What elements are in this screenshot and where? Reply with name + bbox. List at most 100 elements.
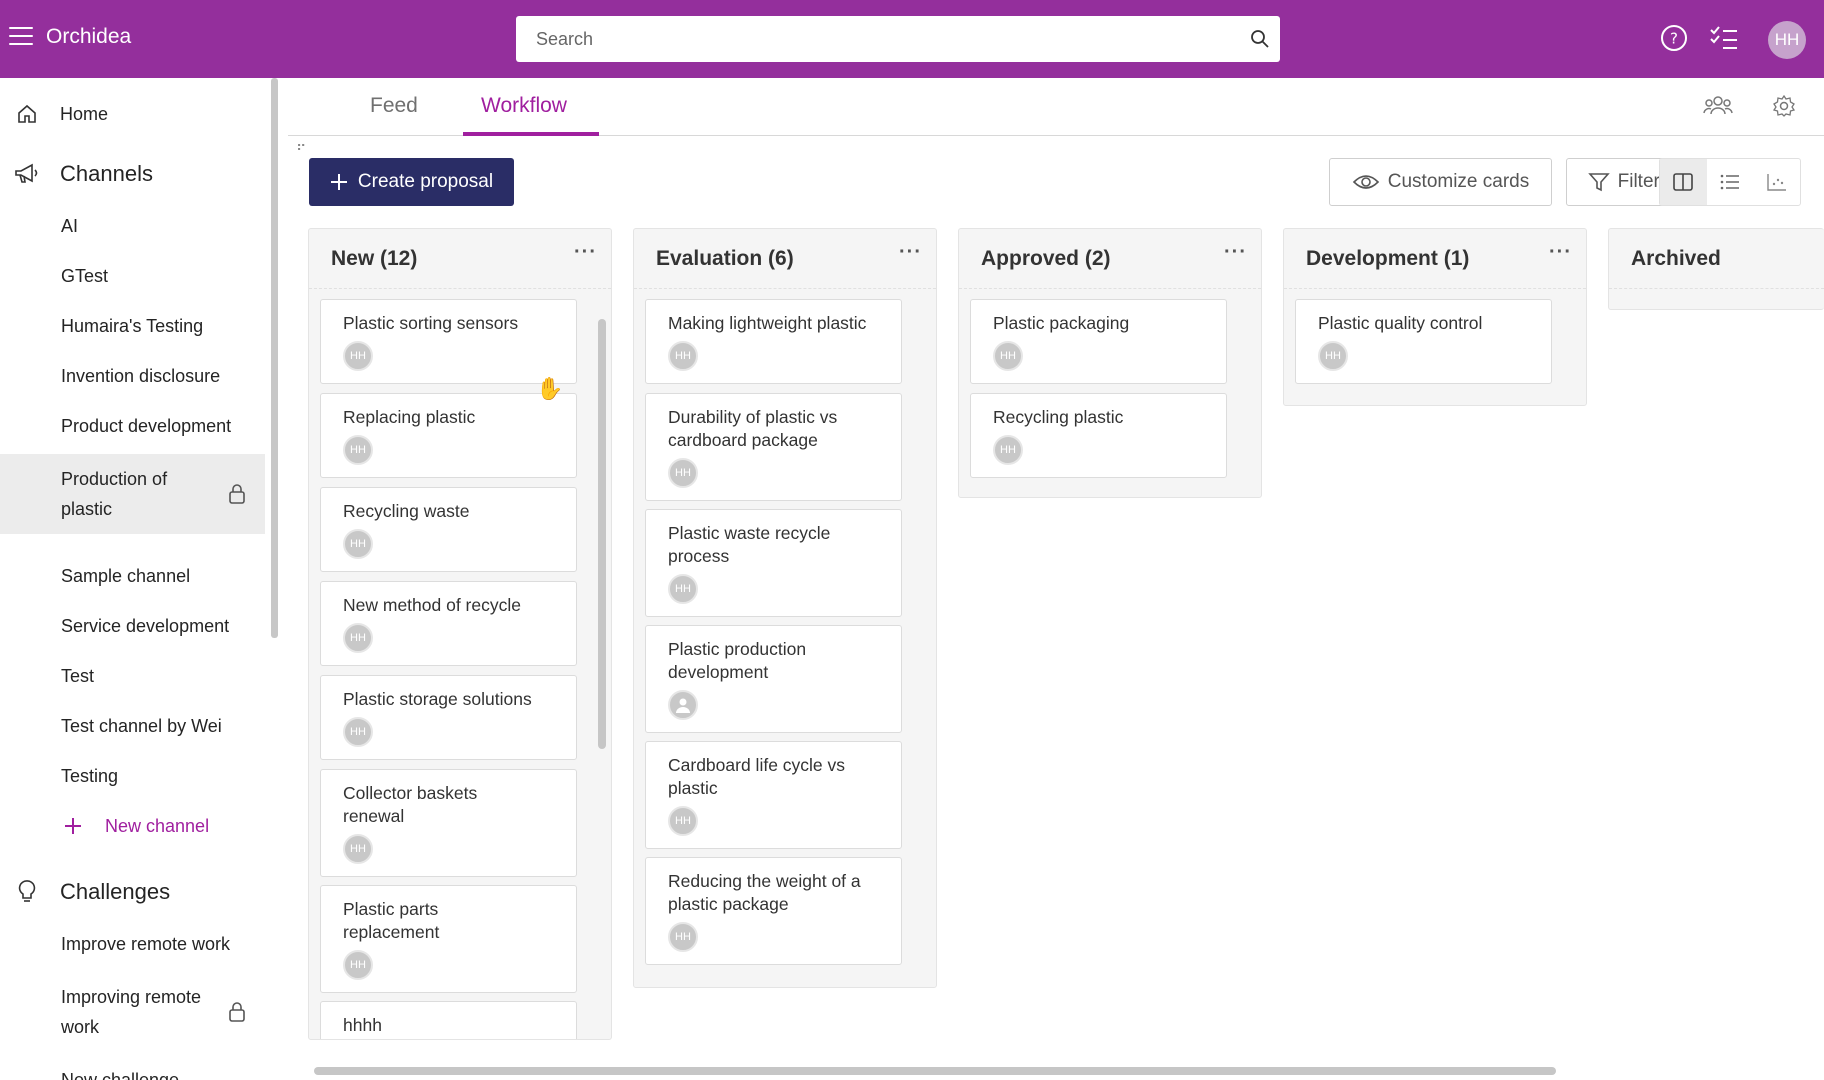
board-view-icon[interactable] [1660,159,1707,205]
user-avatar[interactable]: HH [1768,21,1806,59]
sidebar-item-channel[interactable]: Product development [0,406,265,446]
search-input[interactable] [536,28,1240,50]
sidebar-item-home[interactable]: Home [0,96,265,132]
proposal-card[interactable]: Plastic waste recycle process HH [645,509,902,617]
proposal-card[interactable]: Plastic parts replacement HH [320,885,577,993]
loading-spinner-icon: ⠋ [296,142,307,158]
card-title: Plastic storage solutions [343,689,532,709]
avatar: HH [668,806,698,836]
proposal-card[interactable]: Recycling waste HH [320,487,577,572]
sidebar-item-channel[interactable]: Sample channel [0,556,265,596]
proposal-card[interactable]: Replacing plastic HH [320,393,577,478]
plus-icon [60,813,86,839]
sidebar-item-challenge[interactable]: New challenge [0,1060,265,1080]
avatar: HH [668,341,698,371]
sidebar-section-channels[interactable]: Channels [0,154,265,194]
sidebar-item-label: Production of plastic [61,469,168,519]
proposal-card[interactable]: Recycling plastic HH [970,393,1227,478]
sidebar-item-channel[interactable]: Service development [0,606,265,646]
sidebar-item-channel-selected[interactable]: Production of plastic [0,454,265,534]
sidebar-item-challenge[interactable]: Improve remote work [0,924,265,964]
list-view-icon[interactable] [1707,159,1754,205]
more-options-icon[interactable]: ··· [1549,241,1572,264]
avatar: HH [668,922,698,952]
avatar: HH [668,574,698,604]
chart-view-icon[interactable] [1753,159,1800,205]
sidebar-item-channel[interactable]: GTest [0,256,265,296]
proposal-card[interactable]: Durability of plastic vs cardboard packa… [645,393,902,501]
new-channel-button[interactable]: New channel [0,806,265,846]
card-title: Making lightweight plastic [668,313,867,333]
card-title: Recycling plastic [993,407,1124,427]
column-header: Evaluation (6) ··· [634,229,936,289]
lock-icon [227,1001,247,1023]
proposal-card[interactable]: Plastic packaging HH [970,299,1227,384]
proposal-card[interactable]: hhhh [320,1001,577,1039]
task-list-icon[interactable] [1708,22,1740,54]
lock-icon [227,483,247,505]
proposal-card[interactable]: Plastic quality control HH [1295,299,1552,384]
sidebar-section-label: Challenges [60,879,171,904]
sidebar-scrollbar[interactable] [271,78,278,638]
column-scrollbar[interactable] [598,319,606,749]
card-title: Reducing the weight of a plastic package [668,871,861,914]
help-icon[interactable]: ? [1658,22,1690,54]
column-header: Archived [1609,229,1824,289]
hamburger-menu-icon[interactable] [9,27,33,47]
workflow-column-development: Development (1) ··· Plastic quality cont… [1283,228,1587,406]
proposal-card[interactable]: New method of recycle HH [320,581,577,666]
plus-icon [330,174,347,190]
home-icon [14,101,40,127]
megaphone-icon [14,161,40,187]
search-box[interactable] [516,16,1280,62]
sidebar-item-channel[interactable]: Invention disclosure [0,356,265,396]
customize-cards-button[interactable]: Customize cards [1329,158,1552,206]
tab-feed[interactable]: Feed [370,94,418,118]
card-title: Plastic waste recycle process [668,523,831,566]
more-options-icon[interactable]: ··· [574,241,597,264]
sidebar-item-channel[interactable]: Test [0,656,265,696]
proposal-card[interactable]: Cardboard life cycle vs plastic HH [645,741,902,849]
horizontal-scrollbar[interactable] [314,1067,1556,1075]
create-proposal-button[interactable]: Create proposal [309,158,514,206]
tab-workflow[interactable]: Workflow [481,94,567,118]
avatar: HH [343,341,373,371]
sidebar-item-channel[interactable]: Testing [0,756,265,796]
sidebar-section-challenges[interactable]: Challenges [0,872,265,912]
sidebar-item-label: New challenge [61,1069,180,1080]
sidebar-item-label: Invention disclosure [61,365,221,386]
sidebar-item-label: Testing [61,765,119,786]
proposal-card[interactable]: Collector baskets renewal HH [320,769,577,877]
proposal-card[interactable]: Plastic storage solutions HH [320,675,577,760]
card-title: Cardboard life cycle vs plastic [668,755,846,798]
hand-cursor-icon: ✋ [536,376,564,401]
card-title: Plastic quality control [1318,313,1483,333]
proposal-card[interactable]: Reducing the weight of a plastic package… [645,857,902,965]
more-options-icon[interactable]: ··· [899,241,922,264]
filter-icon [1587,173,1610,192]
proposal-card[interactable]: Making lightweight plastic HH [645,299,902,384]
members-icon[interactable] [1702,90,1734,122]
tab-bar: Feed Workflow [288,78,1824,136]
avatar: HH [343,834,373,864]
sidebar-item-channel[interactable]: AI [0,206,265,246]
sidebar-item-channel[interactable]: Humaira's Testing [0,306,265,346]
more-options-icon[interactable]: ··· [1224,241,1247,264]
proposal-card[interactable]: Plastic sorting sensors HH [320,299,577,384]
customize-cards-label: Customize cards [1387,171,1530,192]
column-title: Archived [1631,246,1721,270]
workflow-column-evaluation: Evaluation (6) ··· Making lightweight pl… [633,228,937,988]
proposal-card[interactable]: Plastic production development [645,625,902,733]
card-title: Plastic production development [668,639,807,682]
sidebar-item-channel[interactable]: Test channel by Wei [0,706,265,746]
view-switcher [1659,158,1801,206]
sidebar-item-challenge[interactable]: Improving remote work [0,972,265,1052]
person-avatar-icon [668,690,698,720]
avatar: HH [1318,341,1348,371]
card-title: Collector baskets renewal [343,783,478,826]
sidebar-item-label: Home [60,103,109,124]
column-title: Evaluation (6) [656,246,794,270]
sidebar-section-label: Channels [60,161,153,186]
settings-gear-icon[interactable] [1768,90,1800,122]
search-icon[interactable] [1240,19,1280,59]
